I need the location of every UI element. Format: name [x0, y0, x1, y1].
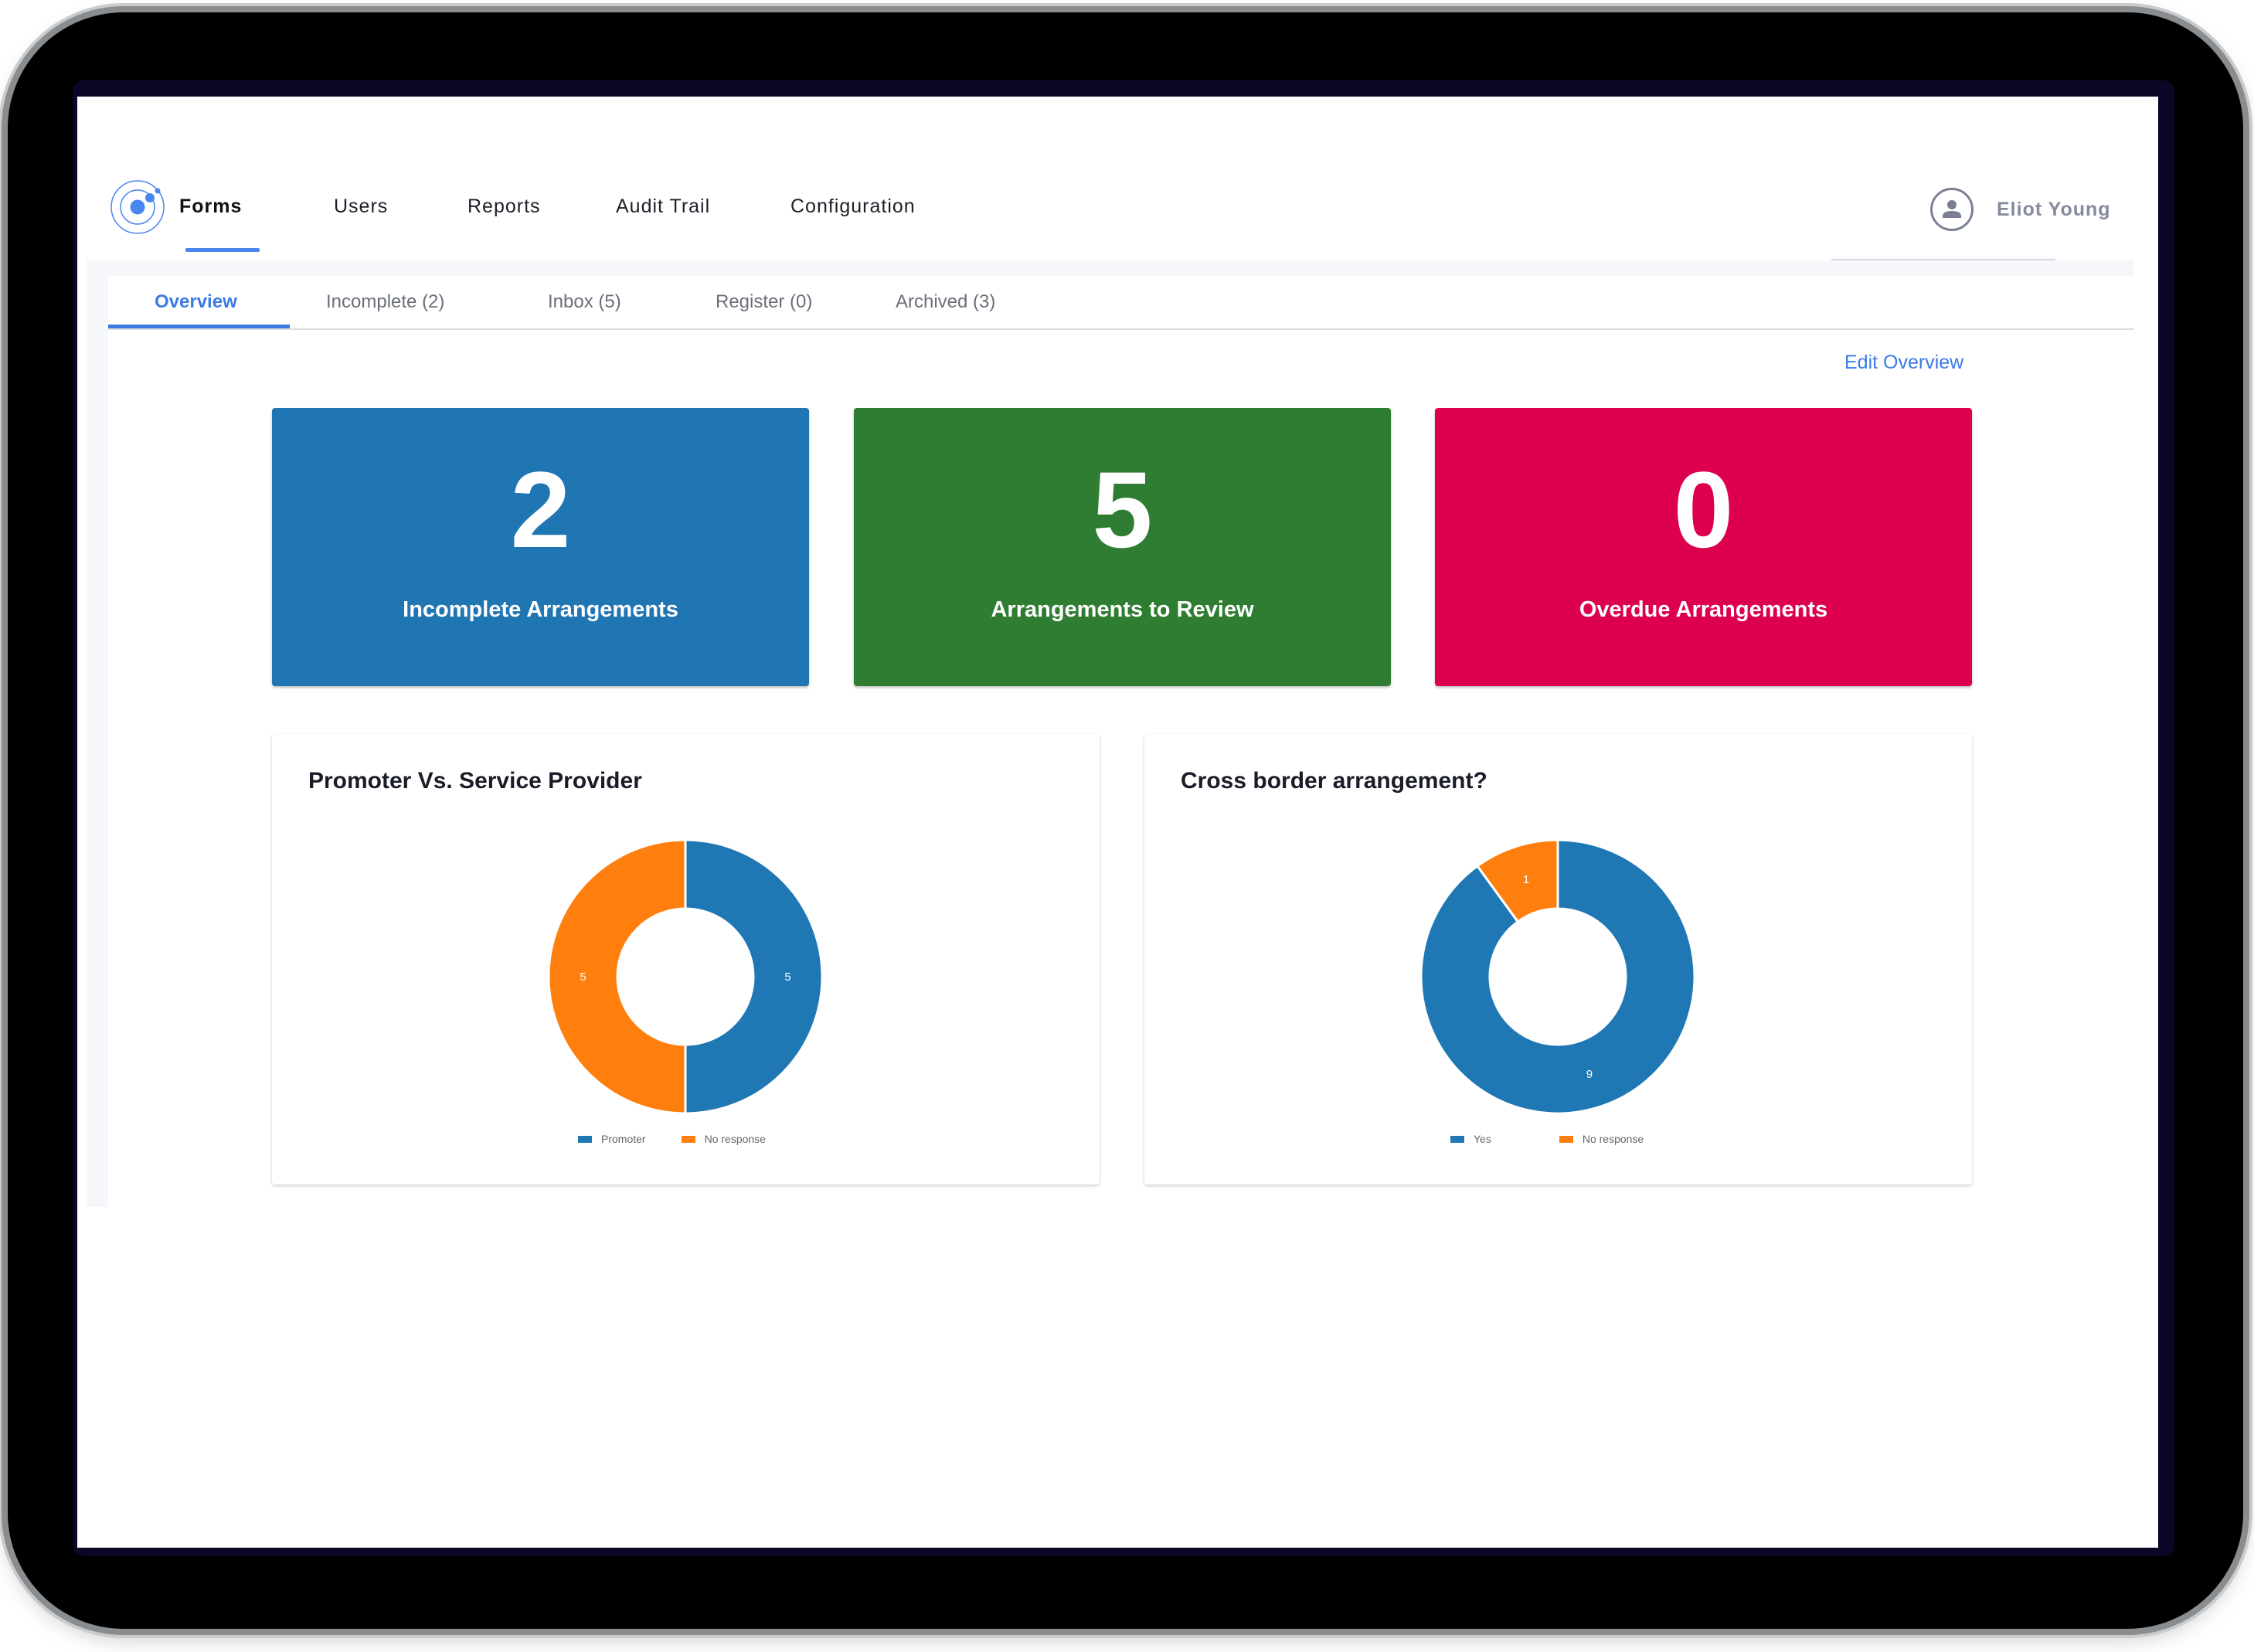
donut-data-label: 5 — [580, 970, 586, 984]
stat-label: Incomplete Arrangements — [403, 597, 678, 622]
chart-card-promoter: Promoter Vs. Service Provider 55 Promote… — [272, 734, 1100, 1185]
stat-card-to-review[interactable]: 5 Arrangements to Review — [854, 408, 1391, 686]
edit-overview-link[interactable]: Edit Overview — [1844, 352, 1963, 374]
user-name: Eliot Young — [1997, 198, 2111, 220]
donut-chart-cross-border: 91 — [1419, 838, 1696, 1115]
donut-chart-promoter: 55 — [547, 838, 824, 1115]
nav-users[interactable]: Users — [334, 195, 388, 218]
stat-value: 2 — [510, 449, 571, 570]
stat-label: Arrangements to Review — [991, 597, 1254, 622]
legend-item[interactable]: Yes — [1450, 1133, 1491, 1145]
chart-legend: Promoter No response — [578, 1133, 801, 1145]
stat-value: 5 — [1092, 449, 1153, 570]
donut-data-label: 9 — [1586, 1068, 1593, 1081]
user-menu[interactable]: Eliot Young — [1930, 188, 2111, 231]
nav-forms[interactable]: Forms — [179, 195, 242, 218]
nav-reports[interactable]: Reports — [467, 195, 541, 218]
tab-active-indicator — [108, 325, 290, 328]
stat-value: 0 — [1673, 449, 1734, 570]
donut-slice-promoter[interactable] — [684, 838, 824, 1115]
ionic-logo-icon[interactable] — [108, 178, 167, 236]
user-avatar-icon — [1930, 188, 1974, 231]
nav-audit-trail[interactable]: Audit Trail — [616, 195, 710, 218]
donut-data-label: 5 — [784, 970, 790, 984]
donut-data-label: 1 — [1523, 873, 1529, 886]
stat-card-incomplete[interactable]: 2 Incomplete Arrangements — [272, 408, 809, 686]
overview-panel: Overview Incomplete (2) Inbox (5) Regist… — [108, 276, 2134, 1207]
legend-item[interactable]: Promoter — [578, 1133, 646, 1145]
legend-label: No response — [1582, 1133, 1644, 1145]
tab-inbox[interactable]: Inbox (5) — [548, 291, 621, 313]
donut-slice-no-response[interactable] — [547, 838, 687, 1115]
legend-label: Yes — [1474, 1133, 1491, 1145]
legend-swatch — [1559, 1135, 1573, 1143]
legend-label: Promoter — [601, 1133, 646, 1145]
tab-register[interactable]: Register (0) — [716, 291, 812, 313]
stat-card-overdue[interactable]: 0 Overdue Arrangements — [1435, 408, 1972, 686]
chart-legend: Yes No response — [1450, 1133, 1679, 1145]
legend-swatch — [578, 1135, 592, 1143]
tab-bar: Overview Incomplete (2) Inbox (5) Regist… — [108, 276, 2134, 330]
stat-label: Overdue Arrangements — [1579, 597, 1828, 622]
chart-card-cross-border: Cross border arrangement? 91 Yes No resp… — [1144, 734, 1972, 1185]
legend-swatch — [1450, 1135, 1464, 1143]
tab-overview[interactable]: Overview — [155, 291, 237, 313]
legend-item[interactable]: No response — [681, 1133, 766, 1145]
tab-archived[interactable]: Archived (3) — [896, 291, 995, 313]
nav-configuration[interactable]: Configuration — [790, 195, 916, 218]
legend-swatch — [681, 1135, 695, 1143]
nav-active-indicator — [185, 248, 260, 252]
tab-incomplete[interactable]: Incomplete (2) — [326, 291, 444, 313]
legend-item[interactable]: No response — [1559, 1133, 1644, 1145]
app-screen: Forms Users Reports Audit Trail Configur… — [77, 97, 2158, 1548]
legend-label: No response — [704, 1133, 766, 1145]
